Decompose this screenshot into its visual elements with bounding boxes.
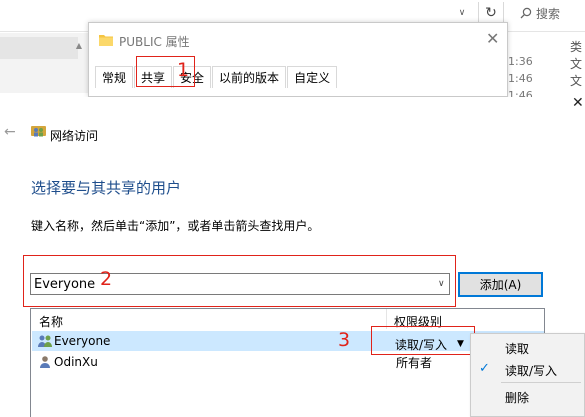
folder-icon (99, 35, 113, 46)
add-button[interactable]: 添加(A) (458, 272, 543, 297)
refresh-icon[interactable]: ↻ (478, 2, 504, 24)
group-users-icon (38, 335, 52, 347)
user-icon (40, 356, 50, 368)
tab-previous-versions[interactable]: 以前的版本 (212, 66, 287, 88)
user-name: OdinXu (54, 355, 98, 369)
instruction-text: 键入名称，然后单击“添加”，或者单击箭头查找用户。 (31, 219, 320, 233)
close-icon[interactable]: ✕ (486, 29, 499, 48)
page-title: 选择要与其共享的用户 (31, 179, 182, 197)
user-name-input[interactable]: Everyone (30, 273, 450, 295)
scroll-up-icon[interactable]: ▲ (76, 41, 82, 50)
table-row[interactable]: OdinXu 所有者 (32, 352, 544, 372)
nav-title: 网络访问 (50, 129, 99, 143)
annotation-number-2: 2 (100, 268, 113, 290)
close-icon[interactable]: ✕ (572, 95, 584, 111)
check-icon: ✓ (479, 361, 490, 376)
dropdown-arrow-icon[interactable]: ▼ (457, 339, 464, 349)
search-icon (520, 7, 532, 19)
type-cell: 文 (570, 57, 583, 71)
user-list: 名称 权限级别 Everyone OdinXu 所有者 (30, 308, 545, 417)
network-users-icon (31, 126, 46, 137)
annotation-number-3: 3 (338, 329, 351, 351)
column-header-name[interactable]: 名称 (39, 313, 63, 330)
type-cell: 文 (570, 74, 583, 88)
time-cell: 1:36 (508, 55, 533, 68)
menu-divider (501, 382, 581, 383)
tab-customize[interactable]: 自定义 (287, 66, 338, 88)
back-arrow-icon[interactable]: ← (4, 124, 16, 140)
search-placeholder: 搜索 (536, 6, 561, 21)
menu-item-read-write[interactable]: 读取/写入 (505, 362, 557, 379)
nav-selected-item[interactable] (0, 37, 78, 59)
permission-value: 所有者 (396, 356, 433, 370)
annotation-number-1: 1 (177, 59, 190, 81)
type-column: 类 文 文 (570, 39, 582, 90)
search-box[interactable]: 搜索 (520, 2, 585, 24)
tab-general[interactable]: 常规 (95, 66, 134, 88)
menu-item-read[interactable]: 读取 (505, 340, 529, 357)
explorer-nav-pane: ▲ (0, 33, 88, 93)
tab-bar: 常规 共享 安全 以前的版本 自定义 (95, 66, 338, 88)
permission-menu: 读取 ✓ 读取/写入 删除 (470, 333, 585, 417)
address-dropdown-icon[interactable]: ∨ (452, 2, 472, 24)
type-cell: 类 (570, 40, 583, 54)
user-name: Everyone (54, 334, 111, 348)
chevron-down-icon[interactable]: ∨ (438, 279, 445, 289)
menu-item-remove[interactable]: 删除 (505, 389, 529, 406)
permission-dropdown[interactable]: 读取/写入 (395, 336, 447, 353)
explorer-file-list: 1:36 1:46 1:46 类 文 文 (508, 33, 585, 102)
dialog-title: PUBLIC 属性 (119, 35, 190, 49)
time-cell: 1:46 (508, 72, 533, 85)
